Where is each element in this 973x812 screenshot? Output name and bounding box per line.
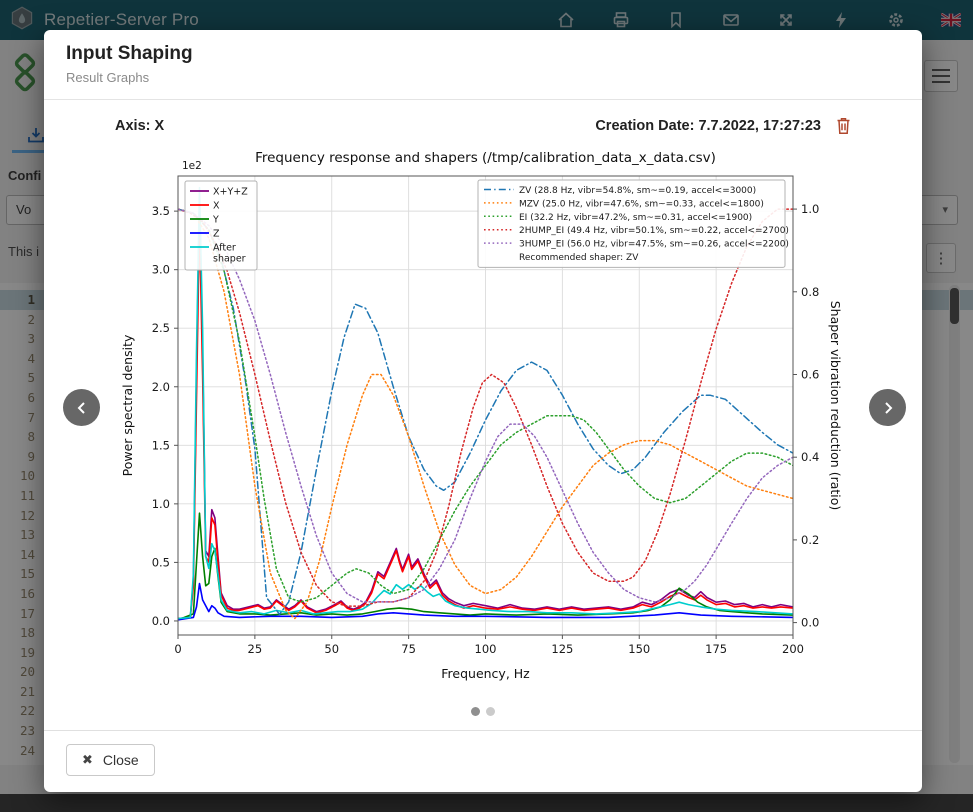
carousel-dots bbox=[44, 707, 922, 716]
svg-text:175: 175 bbox=[705, 642, 727, 656]
input-shaping-modal: Input Shaping Result Graphs Axis: X Crea… bbox=[44, 30, 922, 792]
trash-icon bbox=[835, 116, 852, 135]
svg-text:Frequency, Hz: Frequency, Hz bbox=[441, 666, 530, 681]
carousel-prev-button[interactable] bbox=[63, 389, 100, 426]
creation-date-label: Creation Date: 7.7.2022, 17:27:23 bbox=[595, 118, 821, 134]
svg-text:Power spectral density: Power spectral density bbox=[120, 334, 135, 476]
svg-text:Y: Y bbox=[212, 215, 219, 226]
svg-text:Z: Z bbox=[213, 229, 220, 240]
svg-text:1e2: 1e2 bbox=[182, 160, 202, 172]
chevron-left-icon bbox=[75, 400, 89, 416]
svg-text:1.5: 1.5 bbox=[152, 438, 170, 452]
svg-text:25: 25 bbox=[248, 642, 263, 656]
result-chart-svg: 0 25 50 75 100 125 150 175 200 0.0 0.5 1.0 1.5 2.0 2.5… bbox=[115, 143, 852, 695]
svg-text:Shaper vibration reduction (ra: Shaper vibration reduction (ratio) bbox=[828, 301, 843, 511]
svg-text:1.0: 1.0 bbox=[801, 202, 819, 216]
svg-text:0.5: 0.5 bbox=[152, 555, 170, 569]
close-button[interactable]: ✖ Close bbox=[66, 744, 155, 776]
svg-text:100: 100 bbox=[475, 642, 497, 656]
svg-text:0.8: 0.8 bbox=[801, 285, 819, 299]
chevron-right-icon bbox=[881, 400, 895, 416]
modal-title: Input Shaping bbox=[66, 43, 900, 65]
svg-text:0: 0 bbox=[174, 642, 181, 656]
delete-graph-button[interactable] bbox=[835, 116, 852, 135]
svg-text:2.5: 2.5 bbox=[152, 321, 170, 335]
modal-subtitle: Result Graphs bbox=[66, 70, 900, 85]
axis-label: Axis: X bbox=[115, 118, 164, 134]
close-x-icon: ✖ bbox=[82, 752, 93, 768]
svg-text:3.5: 3.5 bbox=[152, 204, 170, 218]
svg-text:2HUMP_EI (49.4 Hz, vibr=50.1%,: 2HUMP_EI (49.4 Hz, vibr=50.1%, sm~=0.22,… bbox=[519, 226, 789, 236]
svg-text:3.0: 3.0 bbox=[152, 263, 170, 277]
svg-text:After: After bbox=[213, 243, 236, 254]
svg-text:Frequency response and shapers: Frequency response and shapers (/tmp/cal… bbox=[255, 150, 716, 166]
svg-text:0.2: 0.2 bbox=[801, 533, 819, 547]
svg-text:0.4: 0.4 bbox=[801, 450, 819, 464]
carousel-next-button[interactable] bbox=[869, 389, 906, 426]
svg-text:EI (32.2 Hz, vibr=47.2%, sm~=0: EI (32.2 Hz, vibr=47.2%, sm~=0.31, accel… bbox=[519, 213, 752, 223]
carousel-dot[interactable] bbox=[471, 707, 480, 716]
svg-text:X: X bbox=[213, 201, 220, 212]
carousel-dot[interactable] bbox=[486, 707, 495, 716]
svg-text:0.0: 0.0 bbox=[152, 614, 170, 628]
svg-text:Recommended shaper: ZV: Recommended shaper: ZV bbox=[519, 253, 639, 263]
svg-text:50: 50 bbox=[324, 642, 339, 656]
graph-meta-row: Axis: X Creation Date: 7.7.2022, 17:27:2… bbox=[115, 116, 852, 135]
svg-text:0.0: 0.0 bbox=[801, 616, 819, 630]
svg-text:200: 200 bbox=[782, 642, 804, 656]
modal-footer: ✖ Close bbox=[44, 730, 922, 792]
close-button-label: Close bbox=[103, 752, 139, 768]
svg-text:1.0: 1.0 bbox=[152, 497, 170, 511]
svg-text:ZV (28.8 Hz, vibr=54.8%, sm~=0: ZV (28.8 Hz, vibr=54.8%, sm~=0.19, accel… bbox=[519, 186, 756, 196]
svg-text:150: 150 bbox=[628, 642, 650, 656]
svg-text:X+Y+Z: X+Y+Z bbox=[213, 187, 248, 198]
result-graph: 0 25 50 75 100 125 150 175 200 0.0 0.5 1.0 1.5 2.0 2.5… bbox=[115, 143, 852, 695]
svg-text:2.0: 2.0 bbox=[152, 380, 170, 394]
svg-text:MZV (25.0 Hz, vibr=47.6%, sm~=: MZV (25.0 Hz, vibr=47.6%, sm~=0.33, acce… bbox=[519, 199, 764, 209]
svg-text:125: 125 bbox=[551, 642, 573, 656]
modal-header: Input Shaping Result Graphs bbox=[44, 30, 922, 100]
svg-text:75: 75 bbox=[401, 642, 416, 656]
creation-group: Creation Date: 7.7.2022, 17:27:23 bbox=[595, 116, 852, 135]
svg-text:shaper: shaper bbox=[213, 254, 246, 265]
svg-text:0.6: 0.6 bbox=[801, 367, 819, 381]
svg-text:3HUMP_EI (56.0 Hz, vibr=47.5%,: 3HUMP_EI (56.0 Hz, vibr=47.5%, sm~=0.26,… bbox=[519, 240, 789, 250]
